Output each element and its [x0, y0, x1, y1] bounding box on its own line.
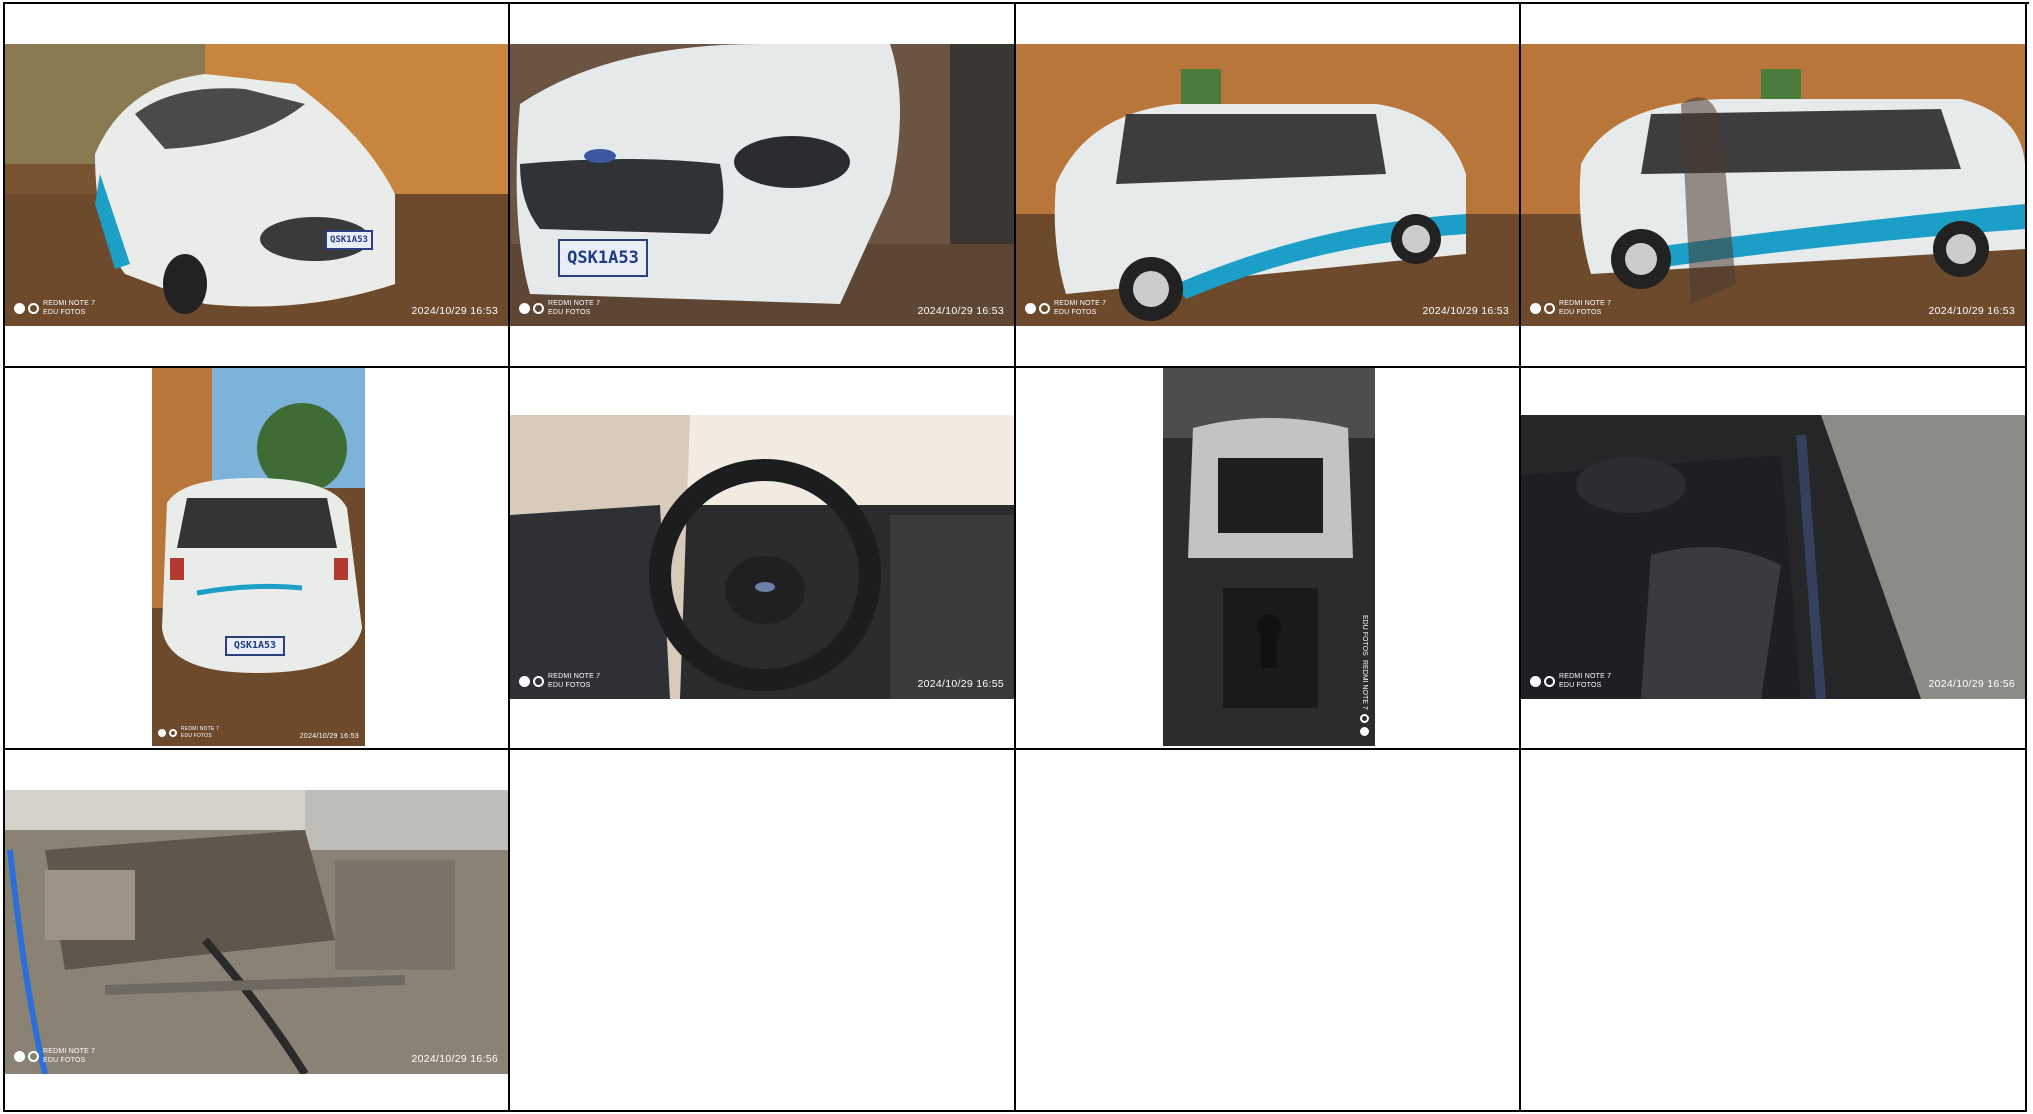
engine-bay-photo[interactable]: REDMI NOTE 7 EDU FOTOS 2024/10/29 16:56 — [5, 790, 508, 1074]
grid-cell-12-empty — [1521, 750, 2027, 1112]
grid-cell-4: REDMI NOTE 7 EDU FOTOS 2024/10/29 16:53 — [1521, 4, 2027, 368]
photo-timestamp: 2024/10/29 16:53 — [917, 305, 1004, 317]
watermark-ring-icon — [1360, 714, 1369, 723]
photo-timestamp: 2024/10/29 16:56 — [411, 1053, 498, 1065]
watermark-device: REDMI NOTE 7 — [1559, 300, 1612, 307]
license-plate: QSK1A53 — [558, 239, 648, 277]
watermark-device: REDMI NOTE 7 — [548, 673, 601, 680]
grid-cell-1: QSK1A53 REDMI NOTE 7 EDU FOTOS 2024/10/29… — [5, 4, 510, 368]
watermark-ring-icon — [533, 675, 544, 687]
watermark-ring-icon — [1039, 302, 1050, 314]
grid-cell-11-empty — [1016, 750, 1521, 1112]
watermark-author: EDU FOTOS — [181, 733, 212, 739]
car-front-closeup-photo[interactable]: QSK1A53 REDMI NOTE 7 EDU FOTOS 2024/10/29… — [510, 44, 1014, 326]
watermark-ring-icon — [28, 302, 39, 314]
car-right-side-photo[interactable]: REDMI NOTE 7 EDU FOTOS 2024/10/29 16:53 — [1016, 44, 1519, 326]
grid-cell-2: QSK1A53 REDMI NOTE 7 EDU FOTOS 2024/10/29… — [510, 4, 1016, 368]
watermark-ring-icon — [28, 1050, 39, 1062]
watermark-dot-icon — [519, 675, 530, 687]
photo-timestamp: 2024/10/29 16:53 — [1422, 305, 1509, 317]
watermark-dot-icon — [1530, 302, 1541, 314]
watermark-device: REDMI NOTE 7 — [1559, 673, 1612, 680]
camera-watermark: REDMI NOTE 7 EDU FOTOS — [519, 299, 600, 317]
photo-timestamp: 2024/10/29 16:56 — [1928, 678, 2015, 690]
car-right-side-shadow-photo[interactable]: REDMI NOTE 7 EDU FOTOS 2024/10/29 16:53 — [1521, 44, 2025, 326]
car-front-right-photo[interactable]: QSK1A53 REDMI NOTE 7 EDU FOTOS 2024/10/29… — [5, 44, 508, 326]
photo-grid: QSK1A53 REDMI NOTE 7 EDU FOTOS 2024/10/29… — [3, 2, 2029, 1112]
watermark-dot-icon — [1360, 727, 1369, 736]
grid-cell-7: EDU FOTOS REDMI NOTE 7 — [1016, 368, 1521, 750]
watermark-dot-icon — [158, 729, 166, 737]
photo-timestamp: 2024/10/29 16:53 — [299, 733, 359, 740]
watermark-dot-icon — [1530, 675, 1541, 687]
watermark-ring-icon — [169, 729, 177, 737]
watermark-author: EDU FOTOS — [548, 682, 591, 689]
watermark-device: REDMI NOTE 7 — [1054, 300, 1107, 307]
watermark-author: EDU FOTOS — [1559, 682, 1602, 689]
license-plate: QSK1A53 — [225, 636, 285, 656]
watermark-ring-icon — [533, 302, 544, 314]
grid-cell-3: REDMI NOTE 7 EDU FOTOS 2024/10/29 16:53 — [1016, 4, 1521, 368]
watermark-author: EDU FOTOS — [1361, 615, 1368, 657]
photo-timestamp: 2024/10/29 16:53 — [411, 305, 498, 317]
watermark-author: EDU FOTOS — [1559, 309, 1602, 316]
camera-watermark: REDMI NOTE 7 EDU FOTOS — [14, 1047, 95, 1065]
watermark-author: EDU FOTOS — [548, 309, 591, 316]
camera-watermark-vertical: EDU FOTOS REDMI NOTE 7 — [1360, 615, 1369, 736]
watermark-device: REDMI NOTE 7 — [43, 1048, 96, 1055]
watermark-ring-icon — [1544, 302, 1555, 314]
camera-watermark: REDMI NOTE 7 EDU FOTOS — [1530, 672, 1611, 690]
watermark-author: EDU FOTOS — [43, 309, 86, 316]
camera-watermark: REDMI NOTE 7 EDU FOTOS — [519, 672, 600, 690]
watermark-device: REDMI NOTE 7 — [43, 300, 96, 307]
rear-seat-photo[interactable]: REDMI NOTE 7 EDU FOTOS 2024/10/29 16:56 — [1521, 415, 2025, 699]
watermark-author: EDU FOTOS — [43, 1057, 86, 1064]
photo-timestamp: 2024/10/29 16:55 — [917, 678, 1004, 690]
watermark-dot-icon — [14, 302, 25, 314]
grid-cell-6: REDMI NOTE 7 EDU FOTOS 2024/10/29 16:55 — [510, 368, 1016, 750]
grid-cell-8: REDMI NOTE 7 EDU FOTOS 2024/10/29 16:56 — [1521, 368, 2027, 750]
license-plate: QSK1A53 — [325, 230, 373, 250]
photo-timestamp: 2024/10/29 16:53 — [1928, 305, 2015, 317]
grid-cell-9: REDMI NOTE 7 EDU FOTOS 2024/10/29 16:56 — [5, 750, 510, 1112]
watermark-device: REDMI NOTE 7 — [548, 300, 601, 307]
steering-wheel-photo[interactable]: REDMI NOTE 7 EDU FOTOS 2024/10/29 16:55 — [510, 415, 1014, 699]
grid-cell-5: QSK1A53 REDMI NOTE 7 EDU FOTOS 2024/10/29… — [5, 368, 510, 750]
grid-cell-10-empty — [510, 750, 1016, 1112]
car-rear-photo[interactable]: QSK1A53 REDMI NOTE 7 EDU FOTOS 2024/10/29… — [152, 368, 365, 746]
center-console-photo[interactable]: EDU FOTOS REDMI NOTE 7 — [1163, 368, 1375, 746]
camera-watermark: REDMI NOTE 7 EDU FOTOS — [14, 299, 95, 317]
watermark-ring-icon — [1544, 675, 1555, 687]
watermark-device: REDMI NOTE 7 — [181, 726, 219, 732]
watermark-author: EDU FOTOS — [1054, 309, 1097, 316]
watermark-device: REDMI NOTE 7 — [1361, 660, 1368, 710]
camera-watermark: REDMI NOTE 7 EDU FOTOS — [158, 726, 219, 740]
watermark-dot-icon — [14, 1050, 25, 1062]
watermark-dot-icon — [1025, 302, 1036, 314]
camera-watermark: REDMI NOTE 7 EDU FOTOS — [1530, 299, 1611, 317]
watermark-dot-icon — [519, 302, 530, 314]
camera-watermark: REDMI NOTE 7 EDU FOTOS — [1025, 299, 1106, 317]
